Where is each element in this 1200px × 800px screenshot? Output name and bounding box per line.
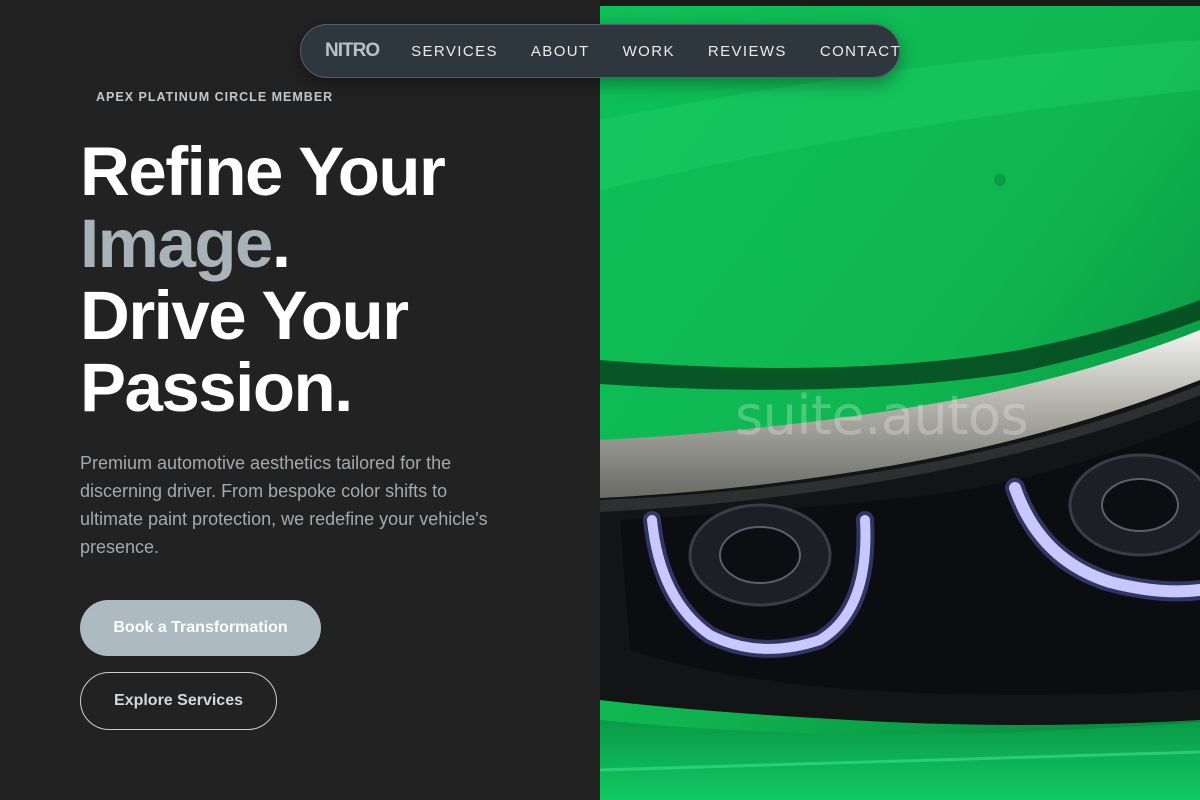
book-transformation-button[interactable]: Book a Transformation [80,600,321,656]
headline-line-2: Image. [80,208,444,280]
nav-link-services[interactable]: SERVICES [411,43,498,60]
nav-links: SERVICES ABOUT WORK REVIEWS CONTACT [411,43,901,60]
headline-highlight-dot: . [271,205,291,282]
headline-line-3: Drive Your [80,277,409,354]
membership-badge: APEX PLATINUM CIRCLE MEMBER [96,90,334,104]
headline-line-4: Passion. [80,349,353,426]
brand-logo[interactable]: NITRO [325,40,380,62]
nav-link-contact[interactable]: CONTACT [820,43,901,60]
hero-description: Premium automotive aesthetics tailored f… [80,453,488,557]
nav-link-about[interactable]: ABOUT [531,43,590,60]
image-watermark: suite.autos [735,384,1029,447]
hero-headline: Refine Your Image. Drive Your Passion. [80,133,446,426]
headline-line-1: Refine Your [80,133,446,210]
top-navbar: NITRO SERVICES ABOUT WORK REVIEWS CONTAC… [300,24,900,78]
nav-link-work[interactable]: WORK [623,43,675,60]
explore-services-button[interactable]: Explore Services [80,672,277,730]
headline-highlight-word: Image [80,205,273,282]
nav-link-reviews[interactable]: REVIEWS [708,43,787,60]
